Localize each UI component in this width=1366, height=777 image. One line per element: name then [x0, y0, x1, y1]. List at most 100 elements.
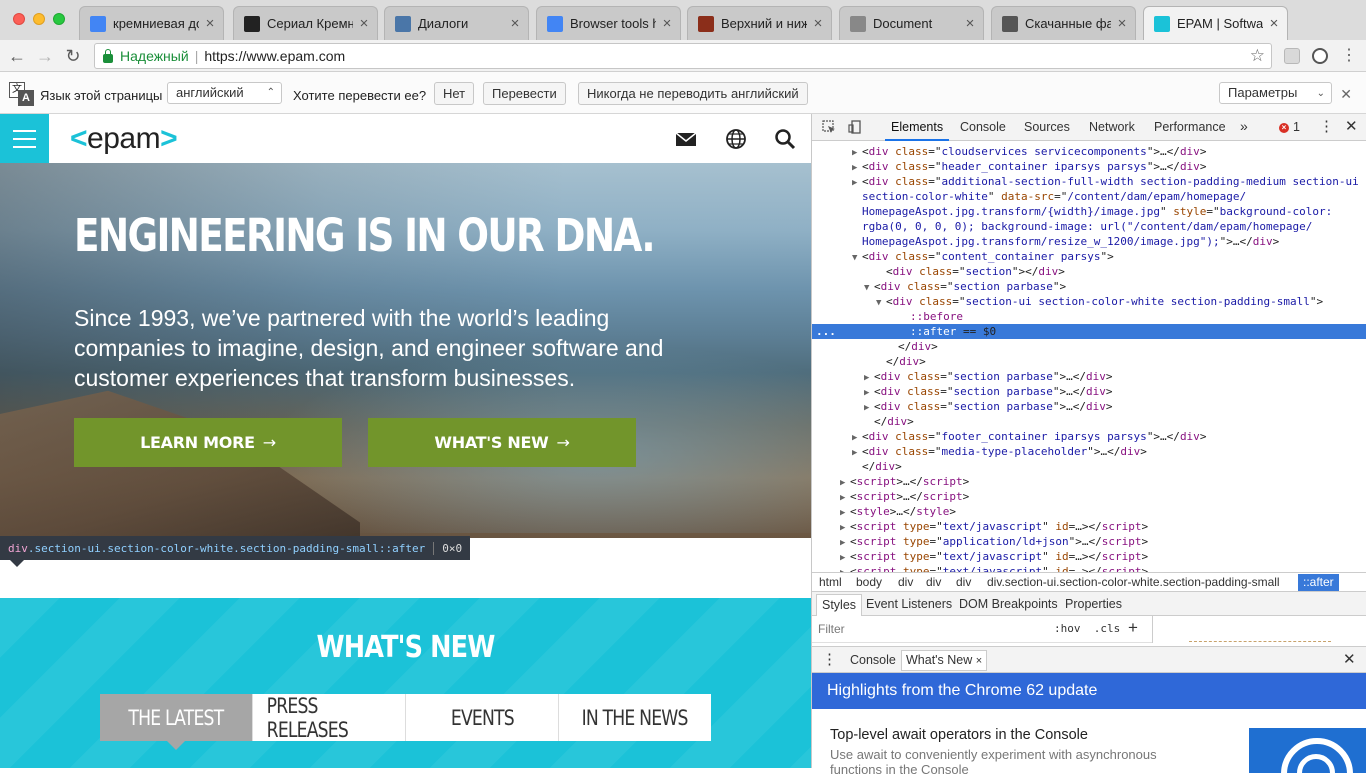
breadcrumb-item[interactable]: div — [926, 575, 941, 589]
options-select[interactable]: Параметры ⌄ — [1219, 82, 1332, 104]
dom-node-line[interactable]: </div> — [812, 339, 1366, 354]
dom-node-line[interactable]: ▶<script type="text/javascript" id=…></s… — [812, 519, 1366, 534]
tab-the-latest[interactable]: THE LATEST — [100, 694, 253, 750]
dom-node-line[interactable]: HomepageAspot.jpg.transform/resize_w_120… — [812, 234, 1366, 249]
breadcrumb-item[interactable]: ::after — [1298, 574, 1339, 591]
dom-node-line[interactable]: rgba(0, 0, 0, 0); background-image: url(… — [812, 219, 1366, 234]
browser-tab[interactable]: Сериал Кремние × — [233, 6, 378, 40]
dom-node-line[interactable]: ::before — [812, 309, 1366, 324]
menu-icon[interactable]: ⋮ — [1338, 45, 1360, 67]
minimize-window-button[interactable] — [33, 13, 45, 25]
dom-node-line[interactable]: section-color-white" data-src="/content/… — [812, 189, 1366, 204]
close-tab-icon[interactable]: × — [963, 15, 977, 32]
dom-node-line[interactable]: </div> — [812, 459, 1366, 474]
tab-console[interactable]: Console — [960, 120, 1006, 134]
never-translate-button[interactable]: Никогда не переводить английский — [578, 82, 808, 105]
tab-styles[interactable]: Styles — [816, 594, 863, 616]
hamburger-menu-button[interactable] — [0, 114, 49, 163]
search-icon[interactable] — [774, 128, 796, 150]
dom-node-line[interactable]: ▶ <style>…</style> — [812, 504, 1366, 519]
browser-tab[interactable]: Верхний и нижні × — [687, 6, 832, 40]
tab-performance[interactable]: Performance — [1154, 120, 1226, 134]
browser-tab[interactable]: кремниевая доли × — [79, 6, 224, 40]
whats-new-item-title[interactable]: Top-level await operators in the Console — [830, 727, 1088, 743]
dom-node-line[interactable]: ▶<script type="text/javascript" id=…></s… — [812, 549, 1366, 564]
dom-node-line[interactable]: ▶ <div class="section parbase">…</div> — [812, 369, 1366, 384]
devtools-menu-icon[interactable]: ⋮ — [1319, 117, 1334, 135]
dom-node-line[interactable]: ▶ <div class="header_container iparsys pa… — [812, 159, 1366, 174]
fullscreen-window-button[interactable] — [53, 13, 65, 25]
dom-node-line[interactable]: <div class="section"></div> — [812, 264, 1366, 279]
extension-sync-icon[interactable] — [1312, 48, 1328, 64]
bookmark-star-icon[interactable]: ☆ — [1250, 46, 1265, 66]
learn-more-button[interactable]: LEARN MORE → — [74, 418, 342, 467]
breadcrumb-item[interactable]: div — [898, 575, 913, 589]
tab-properties[interactable]: Properties — [1065, 597, 1122, 611]
dom-node-line[interactable]: ...::after == $0 — [812, 324, 1366, 339]
close-tab-icon[interactable]: × — [1115, 15, 1129, 32]
tab-in-the-news[interactable]: IN THE NEWS — [559, 694, 711, 741]
dom-node-line[interactable]: ▼ <div class="section parbase"> — [812, 279, 1366, 294]
close-tab-icon[interactable]: × — [976, 655, 982, 667]
dom-node-line[interactable]: ▶ <script>…</script> — [812, 489, 1366, 504]
device-toolbar-icon[interactable] — [848, 120, 862, 134]
tab-press-releases[interactable]: PRESS RELEASES — [253, 694, 406, 742]
add-style-rule-icon[interactable]: + — [1128, 618, 1138, 638]
browser-tab[interactable]: Browser tools hon × — [536, 6, 681, 40]
language-select[interactable]: английский ⌃ — [167, 82, 282, 104]
browser-tab[interactable]: EPAM | Software × — [1143, 6, 1288, 40]
drawer-menu-icon[interactable]: ⋮ — [822, 650, 837, 668]
extension-icon[interactable] — [1284, 48, 1300, 64]
dom-node-line[interactable]: ▼ <div class="content_container parsys"> — [812, 249, 1366, 264]
close-window-button[interactable] — [13, 13, 25, 25]
browser-tab[interactable]: Диалоги × — [384, 6, 529, 40]
more-tabs-icon[interactable]: » — [1240, 118, 1248, 134]
tab-events[interactable]: EVENTS — [406, 694, 559, 741]
close-tab-icon[interactable]: × — [508, 15, 522, 32]
close-tab-icon[interactable]: × — [357, 15, 371, 32]
drawer-tab-console[interactable]: Console — [850, 653, 896, 667]
dom-node-line[interactable]: ▼ <div class="section-ui section-color-wh… — [812, 294, 1366, 309]
back-button[interactable]: ← — [6, 45, 28, 67]
mail-icon[interactable] — [675, 128, 697, 150]
dom-node-line[interactable]: </div> — [812, 414, 1366, 429]
drawer-tab-whats-new[interactable]: What's New × — [901, 650, 988, 671]
browser-tab[interactable]: Скачанные файл × — [991, 6, 1136, 40]
close-tab-icon[interactable]: × — [1267, 15, 1281, 32]
translate-button[interactable]: Перевести — [483, 82, 566, 105]
inspect-element-icon[interactable] — [822, 120, 836, 134]
dom-node-line[interactable]: ▶ <div class="cloudservices servicecompon… — [812, 144, 1366, 159]
error-counter[interactable]: × 1 — [1279, 120, 1300, 134]
globe-icon[interactable] — [725, 128, 747, 150]
breadcrumb-item[interactable]: div.section-ui.section-color-white.secti… — [987, 575, 1280, 589]
breadcrumb-item[interactable]: html — [819, 575, 842, 589]
address-bar[interactable]: Надежный | https://www.epam.com ☆ — [94, 43, 1272, 69]
tab-dom-breakpoints[interactable]: DOM Breakpoints — [959, 597, 1058, 611]
filter-input[interactable]: Filter — [818, 622, 845, 636]
tab-network[interactable]: Network — [1089, 120, 1135, 134]
close-translate-bar-icon[interactable]: ✕ — [1340, 86, 1352, 103]
no-button[interactable]: Нет — [434, 82, 475, 105]
dom-node-line[interactable]: ▶ <div class="section parbase">…</div> — [812, 384, 1366, 399]
dom-node-line[interactable]: ▶ <div class="footer_container iparsys pa… — [812, 429, 1366, 444]
forward-button[interactable]: → — [34, 45, 56, 67]
dom-node-line[interactable]: ▶ <div class="media-type-placeholder">…</… — [812, 444, 1366, 459]
styles-filter[interactable]: Filter :hov .cls + — [812, 616, 1152, 643]
close-devtools-icon[interactable]: ✕ — [1345, 117, 1358, 135]
whats-new-button[interactable]: WHAT'S NEW → — [368, 418, 636, 467]
node-actions-icon[interactable]: ... — [816, 324, 836, 339]
epam-logo[interactable]: <epam> — [70, 122, 178, 156]
dom-node-line[interactable]: ▶<script type="text/javascript" id=…></s… — [812, 564, 1366, 572]
close-tab-icon[interactable]: × — [203, 15, 217, 32]
dom-node-line[interactable]: HomepageAspot.jpg.transform/{width}/imag… — [812, 204, 1366, 219]
close-tab-icon[interactable]: × — [811, 15, 825, 32]
tab-elements[interactable]: Elements — [884, 120, 950, 141]
breadcrumb-item[interactable]: div — [956, 575, 971, 589]
breadcrumb-item[interactable]: body — [856, 575, 882, 589]
dom-node-line[interactable]: ▶ <script>…</script> — [812, 474, 1366, 489]
tab-sources[interactable]: Sources — [1024, 120, 1070, 134]
dom-node-line[interactable]: ▶ <script type="application/ld+json">…</s… — [812, 534, 1366, 549]
close-drawer-icon[interactable]: ✕ — [1343, 650, 1356, 668]
dom-node-line[interactable]: ▶ <div class="section parbase">…</div> — [812, 399, 1366, 414]
close-tab-icon[interactable]: × — [660, 15, 674, 32]
